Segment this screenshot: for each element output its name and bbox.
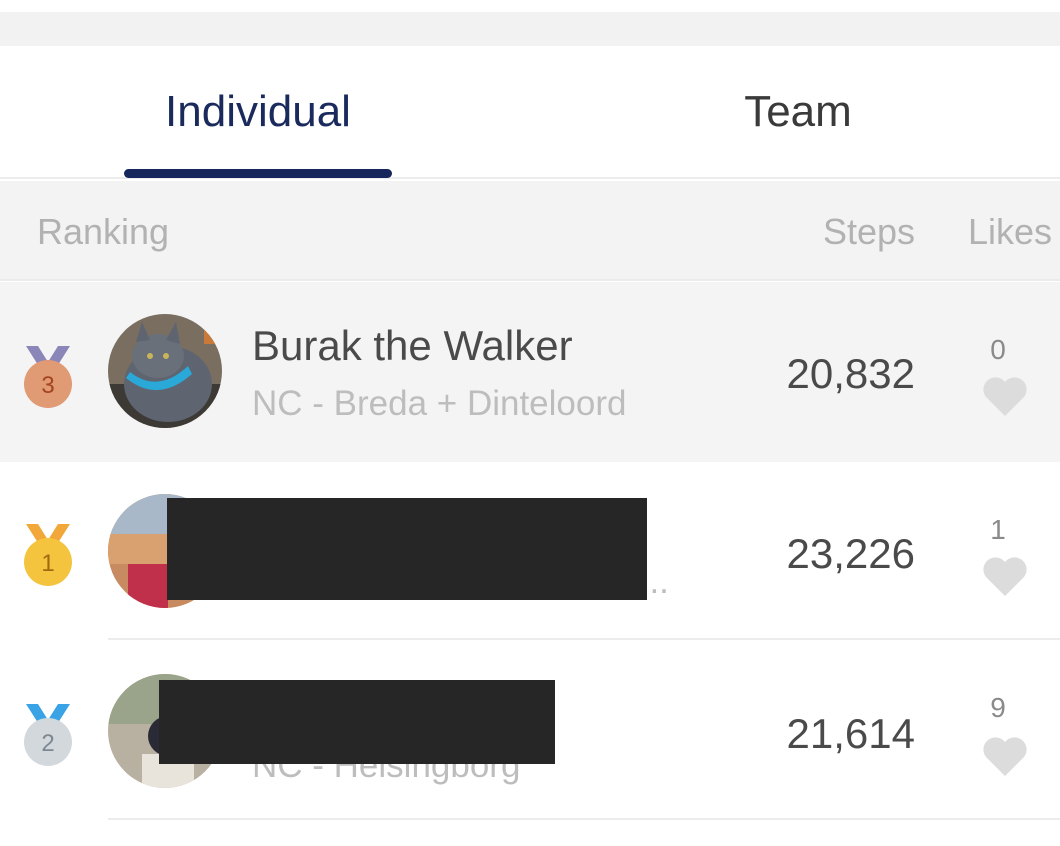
step-count: 21,614 xyxy=(786,710,915,757)
medal-rank: 2 xyxy=(41,730,54,757)
column-header: Ranking Steps Likes xyxy=(0,181,1060,281)
likes-column-label: Likes xyxy=(967,211,1052,252)
heart-icon[interactable] xyxy=(980,374,1030,418)
tab-team[interactable]: Team xyxy=(664,46,932,177)
leaderboard-row[interactable]: 1 t... 23,226 1 xyxy=(0,462,1060,640)
likes-count: 9 xyxy=(990,692,1006,723)
avatar[interactable] xyxy=(108,314,222,428)
steps-column-label: Steps xyxy=(822,211,915,252)
medal-rank: 3 xyxy=(41,372,54,399)
likes-count: 0 xyxy=(990,334,1006,365)
step-count: 20,832 xyxy=(786,350,915,397)
step-count: 23,226 xyxy=(786,530,915,577)
row-divider xyxy=(108,818,1060,820)
gold-medal-icon: 1 xyxy=(22,520,74,590)
status-bar-area xyxy=(0,0,1060,46)
participant-name: Burak the Walker xyxy=(252,322,573,369)
ranking-column-label: Ranking xyxy=(37,211,170,252)
active-tab-indicator xyxy=(124,169,392,178)
tab-individual[interactable]: Individual xyxy=(124,46,392,177)
likes-count: 1 xyxy=(990,514,1006,545)
redacted-name xyxy=(159,680,555,764)
heart-icon[interactable] xyxy=(980,554,1030,598)
redacted-name xyxy=(167,498,647,600)
medal-rank: 1 xyxy=(41,550,54,577)
silver-medal-icon: 2 xyxy=(22,700,74,770)
participant-team: NC - Breda + Dinteloord xyxy=(252,384,627,423)
leaderboard-row[interactable]: 3 Burak the Walker NC - Breda + Dinteloo… xyxy=(0,282,1060,462)
top-band xyxy=(0,12,1060,46)
leaderboard-tabs: Individual Team xyxy=(0,46,1060,179)
bronze-medal-icon: 3 xyxy=(22,342,74,412)
leaderboard-row[interactable]: 2 NC - Helsingborg 21,614 9 xyxy=(0,640,1060,820)
heart-icon[interactable] xyxy=(980,734,1030,778)
